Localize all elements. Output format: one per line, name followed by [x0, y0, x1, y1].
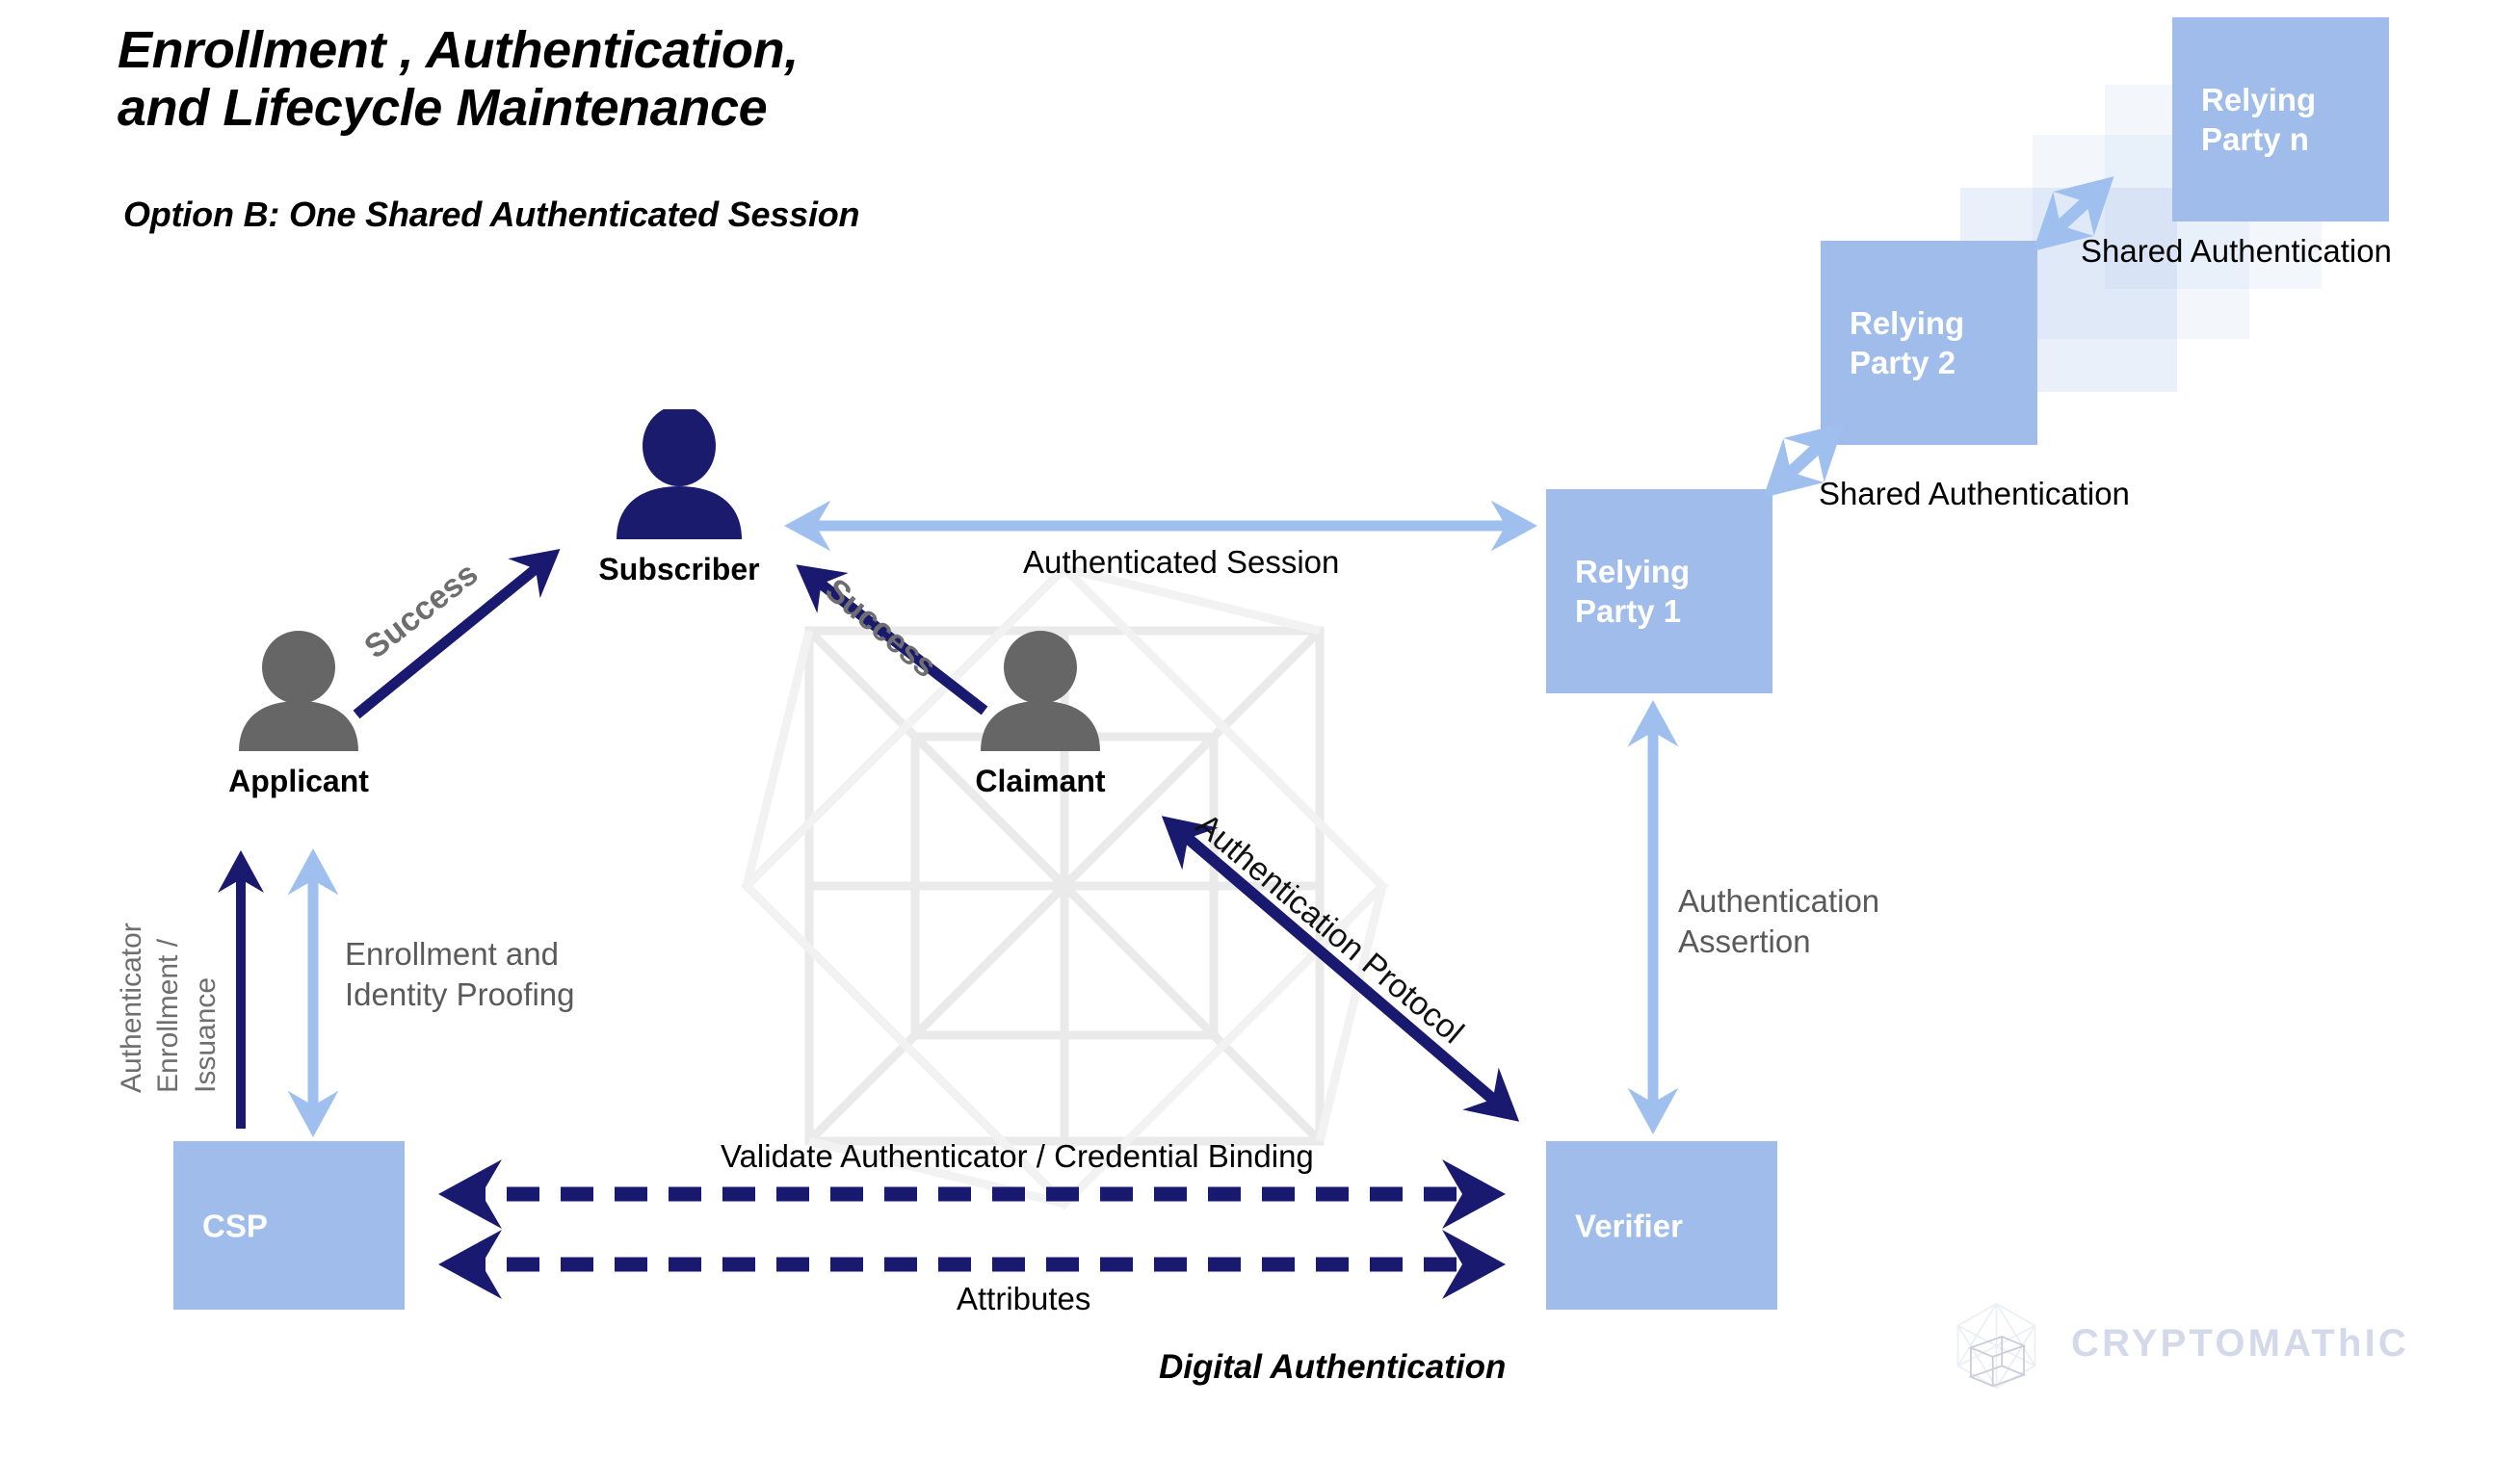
edge-label-authentication-protocol: Authentication Protocol — [1189, 806, 1471, 1052]
person-icon — [981, 631, 1100, 751]
page-title: Enrollment , Authentication, and Lifecyc… — [118, 21, 799, 138]
diagram-canvas: Enrollment , Authentication, and Lifecyc… — [0, 0, 2520, 1483]
edge-label-success-applicant: Success — [357, 555, 486, 666]
actor-label: Applicant — [228, 764, 369, 798]
actor-claimant[interactable]: Claimant — [973, 631, 1108, 798]
edge-label-success-claimant: Success — [818, 571, 944, 686]
box-label: Verifier — [1575, 1207, 1683, 1243]
person-icon — [239, 631, 358, 751]
edge-label-shared-authentication-1: Shared Authentication — [1819, 476, 2130, 511]
footer-caption: Digital Authentication — [1159, 1348, 1507, 1386]
edge-label-authenticated-session: Authenticated Session — [1023, 544, 1340, 580]
box-label: Relying Party 1 — [1575, 553, 1691, 629]
actor-applicant[interactable]: Applicant — [228, 631, 369, 798]
actor-label: Claimant — [975, 764, 1106, 798]
box-csp[interactable]: CSP — [173, 1141, 405, 1310]
edge-label-enrollment-identity-proofing: Enrollment and Identity Proofing — [345, 936, 575, 1013]
box-label: CSP — [202, 1207, 268, 1243]
actor-subscriber[interactable]: Subscriber — [598, 405, 760, 586]
box-verifier[interactable]: Verifier — [1546, 1141, 1777, 1310]
edge-label-validate-authenticator-credential-binding: Validate Authenticator / Credential Bind… — [721, 1138, 1314, 1174]
edge-label-attributes: Attributes — [957, 1281, 1091, 1316]
box-relying-party-n[interactable]: Relying Party n — [2172, 17, 2389, 221]
box-relying-party-2[interactable]: Relying Party 2 — [1821, 241, 2037, 445]
edge-label-authentication-assertion: Authentication Assertion — [1678, 883, 1880, 960]
page-subtitle: Option B: One Shared Authenticated Sessi… — [123, 195, 860, 234]
cryptomathic-cube-logo-icon — [1956, 1302, 2036, 1390]
edge-label-shared-authentication-2: Shared Authentication — [2081, 233, 2392, 269]
edge-label-authenticator-enrollment-issuance: Authenticator Enrollment / Issuance — [116, 923, 222, 1093]
actor-label: Subscriber — [598, 552, 760, 586]
cryptomathic-wordmark: CRYPTOMAThIC — [2071, 1322, 2409, 1365]
box-label: Relying Party 2 — [1850, 304, 1965, 380]
person-icon — [617, 405, 742, 539]
box-relying-party-1[interactable]: Relying Party 1 — [1546, 489, 1772, 693]
box-label: Relying Party n — [2201, 81, 2317, 157]
